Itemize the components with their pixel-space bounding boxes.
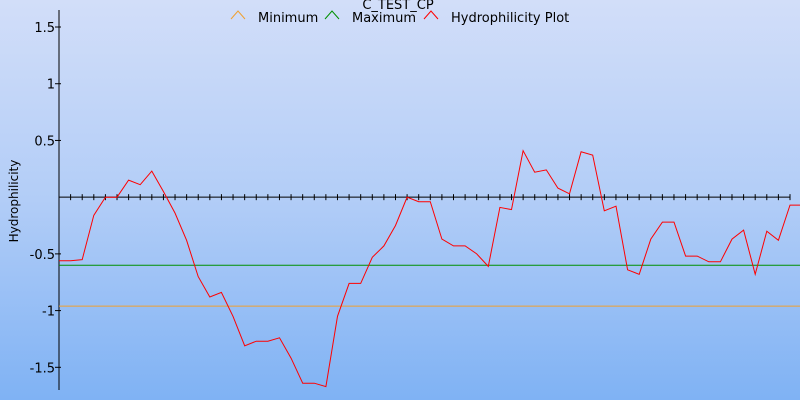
y-axis-label: Hydrophilicity bbox=[7, 160, 21, 243]
legend-minimum: Minimum bbox=[258, 11, 318, 26]
legend: Minimum Maximum Hydrophilicity Plot bbox=[230, 10, 569, 26]
axes: 1.5 1 0.5 -0.5 -1 -1.5 bbox=[30, 10, 791, 390]
hydrophilicity-chart: C_TEST_CP 1.5 1 0.5 -0.5 -1 -1.5 Minimum Maxim… bbox=[0, 0, 800, 400]
y-tick-label: -1 bbox=[42, 305, 55, 320]
y-tick-label: 1.5 bbox=[34, 21, 55, 36]
legend-maximum: Maximum bbox=[352, 11, 416, 26]
hydrophilicity-line bbox=[59, 149, 800, 388]
chart-canvas: C_TEST_CP 1.510.5-0.5-1-1.5 Minimum Maxim… bbox=[7, 0, 800, 390]
maximum-legend-icon bbox=[324, 10, 340, 20]
series-group bbox=[59, 149, 800, 388]
y-tick-label: -0.5 bbox=[30, 248, 55, 263]
y-tick-label: -1.5 bbox=[30, 361, 55, 376]
y-tick-label: 0.5 bbox=[34, 134, 55, 149]
legend-hydrophilicity: Hydrophilicity Plot bbox=[451, 11, 569, 26]
y-tick-label: 1 bbox=[47, 78, 55, 93]
minimum-legend-icon bbox=[230, 10, 246, 20]
